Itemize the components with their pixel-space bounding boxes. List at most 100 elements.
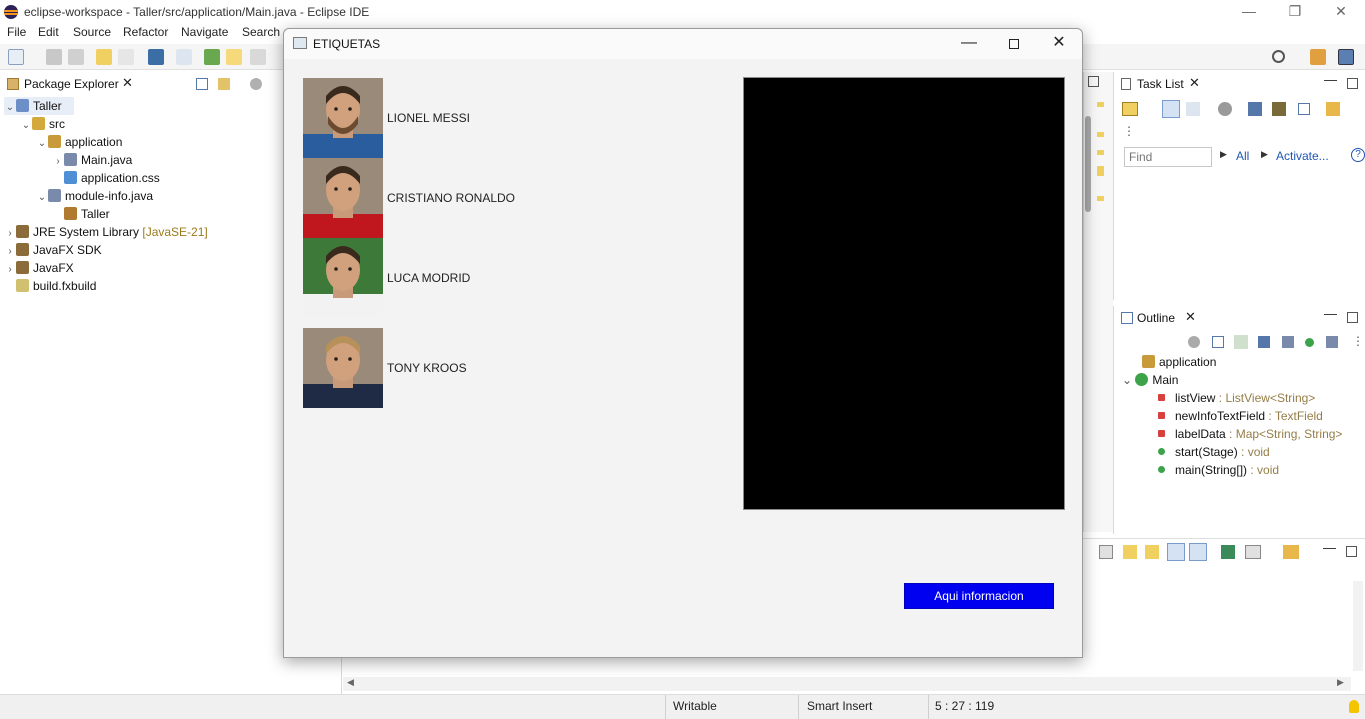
collapse-all-icon[interactable]: [1212, 336, 1224, 348]
tip-lightbulb-icon[interactable]: [1349, 700, 1359, 713]
close-tab-icon[interactable]: ✕: [122, 75, 133, 91]
display-console-icon[interactable]: [1245, 545, 1261, 559]
search-icon[interactable]: [1272, 50, 1285, 63]
annotation-marker[interactable]: [1097, 102, 1104, 107]
info-button[interactable]: Aqui informacion: [904, 583, 1054, 609]
redo-icon[interactable]: [118, 49, 134, 65]
scroll-right-icon[interactable]: ▶: [1337, 677, 1344, 688]
annotation-marker[interactable]: [1097, 150, 1104, 155]
focus-icon[interactable]: [1272, 102, 1286, 116]
dialog-minimize-button[interactable]: —: [946, 31, 992, 57]
chevron-down-icon[interactable]: ⌄: [36, 135, 48, 153]
minimize-view-icon[interactable]: —: [1323, 540, 1336, 555]
menu-source[interactable]: Source: [73, 25, 111, 39]
outline-tab[interactable]: Outline ✕ —: [1114, 306, 1365, 330]
chevron-down-icon[interactable]: ⌄: [4, 99, 16, 117]
player-list-item[interactable]: TONY KROOS: [303, 328, 723, 408]
pin-console-icon[interactable]: [1221, 545, 1235, 559]
minimize-button[interactable]: —: [1226, 0, 1272, 24]
player-list-item[interactable]: LIONEL MESSI: [303, 78, 723, 158]
undo-icon[interactable]: [96, 49, 112, 65]
player-list-item[interactable]: CRISTIANO RONALDO: [303, 158, 723, 238]
close-tab-icon[interactable]: ✕: [1189, 75, 1200, 91]
scroll-lock-icon[interactable]: [1123, 545, 1137, 559]
new-icon[interactable]: [8, 49, 24, 65]
view-menu-icon[interactable]: ⋮: [1123, 124, 1135, 138]
word-wrap-icon[interactable]: [1145, 545, 1159, 559]
debug-icon[interactable]: [204, 49, 220, 65]
skip-breakpoints-icon[interactable]: [176, 49, 192, 65]
open-console-icon[interactable]: [1283, 545, 1299, 559]
menu-navigate[interactable]: Navigate: [181, 25, 228, 39]
activate-link[interactable]: Activate...: [1276, 149, 1329, 163]
hide-local-types-icon[interactable]: [1326, 336, 1338, 348]
open-perspective-icon[interactable]: [1310, 49, 1326, 65]
outline-item[interactable]: ⌄ Main: [1120, 371, 1364, 389]
menu-edit[interactable]: Edit: [38, 25, 59, 39]
chevron-down-icon[interactable]: ⌄: [20, 117, 32, 135]
filter-icon[interactable]: [1218, 102, 1232, 116]
hide-completed-icon[interactable]: [1248, 102, 1262, 116]
menu-search[interactable]: Search: [242, 25, 280, 39]
view-menu-icon[interactable]: ⋮: [1352, 334, 1364, 348]
categorized-icon[interactable]: [1162, 100, 1180, 118]
outline-item[interactable]: application: [1120, 353, 1364, 371]
outline-tree: application ⌄ Main listView : ListView<Str…: [1120, 353, 1364, 479]
highlight-icon[interactable]: [226, 49, 242, 65]
scheduled-icon[interactable]: [1186, 102, 1200, 116]
hide-static-icon[interactable]: [1282, 336, 1294, 348]
maximize-icon[interactable]: [1088, 76, 1099, 87]
filter-icon[interactable]: [1188, 336, 1200, 348]
vertical-scrollbar[interactable]: [1353, 581, 1363, 671]
outline-item[interactable]: newInfoTextField : TextField: [1120, 407, 1364, 425]
scroll-left-icon[interactable]: ◀: [347, 677, 354, 688]
save-all-icon[interactable]: [68, 49, 84, 65]
annotation-marker[interactable]: [1097, 166, 1104, 176]
hide-fields-icon[interactable]: [1258, 336, 1270, 348]
show-stdout-icon[interactable]: [1167, 543, 1185, 561]
outline-item[interactable]: listView : ListView<String>: [1120, 389, 1364, 407]
hide-nonpublic-icon[interactable]: [1305, 338, 1314, 347]
close-tab-icon[interactable]: ✕: [1185, 309, 1196, 325]
maximize-view-icon[interactable]: [1346, 546, 1357, 557]
tree-item-label: build.fxbuild: [33, 279, 97, 293]
task-find-input[interactable]: [1124, 147, 1212, 167]
dialog-maximize-button[interactable]: [991, 31, 1037, 57]
java-perspective-icon[interactable]: [1338, 49, 1354, 65]
maximize-view-icon[interactable]: [1347, 78, 1358, 89]
dialog-close-button[interactable]: ✕: [1036, 31, 1082, 57]
menu-file[interactable]: File: [7, 25, 26, 39]
task-list-tab[interactable]: Task List ✕ —: [1114, 72, 1365, 96]
maximize-view-icon[interactable]: [1347, 312, 1358, 323]
restore-button[interactable]: ❐: [1272, 0, 1318, 24]
console-icon[interactable]: [148, 49, 164, 65]
help-icon[interactable]: ?: [1351, 148, 1365, 162]
collapse-all-icon[interactable]: [1298, 103, 1310, 115]
outline-item[interactable]: main(String[]) : void: [1120, 461, 1364, 479]
annotation-marker[interactable]: [1097, 196, 1104, 201]
minimize-view-icon[interactable]: —: [1324, 306, 1337, 321]
sync-icon[interactable]: [1326, 102, 1340, 116]
close-button[interactable]: ✕: [1318, 0, 1364, 24]
chevron-down-icon[interactable]: ⌄: [1122, 373, 1135, 387]
clear-console-icon[interactable]: [1099, 545, 1113, 559]
link-editor-icon[interactable]: [218, 78, 230, 90]
show-stderr-icon[interactable]: [1189, 543, 1207, 561]
menu-refactor[interactable]: Refactor: [123, 25, 168, 39]
all-link[interactable]: All: [1236, 149, 1249, 163]
outline-item[interactable]: labelData : Map<String, String>: [1120, 425, 1364, 443]
filter-icon[interactable]: [250, 78, 262, 90]
chevron-down-icon[interactable]: ⌄: [36, 189, 48, 207]
pin-icon[interactable]: [250, 49, 266, 65]
new-task-icon[interactable]: [1122, 102, 1138, 116]
horizontal-scrollbar[interactable]: ◀ ▶: [343, 677, 1351, 691]
collapse-all-icon[interactable]: [196, 78, 208, 90]
save-icon[interactable]: [46, 49, 62, 65]
vertical-scrollbar-thumb[interactable]: [1085, 116, 1091, 212]
annotation-marker[interactable]: [1097, 132, 1104, 137]
tree-item[interactable]: ⌄ Taller: [4, 97, 74, 115]
minimize-view-icon[interactable]: —: [1324, 72, 1337, 87]
player-list-item[interactable]: LUCA MODRID: [303, 238, 723, 318]
sort-icon[interactable]: [1234, 335, 1248, 349]
outline-item[interactable]: start(Stage) : void: [1120, 443, 1364, 461]
